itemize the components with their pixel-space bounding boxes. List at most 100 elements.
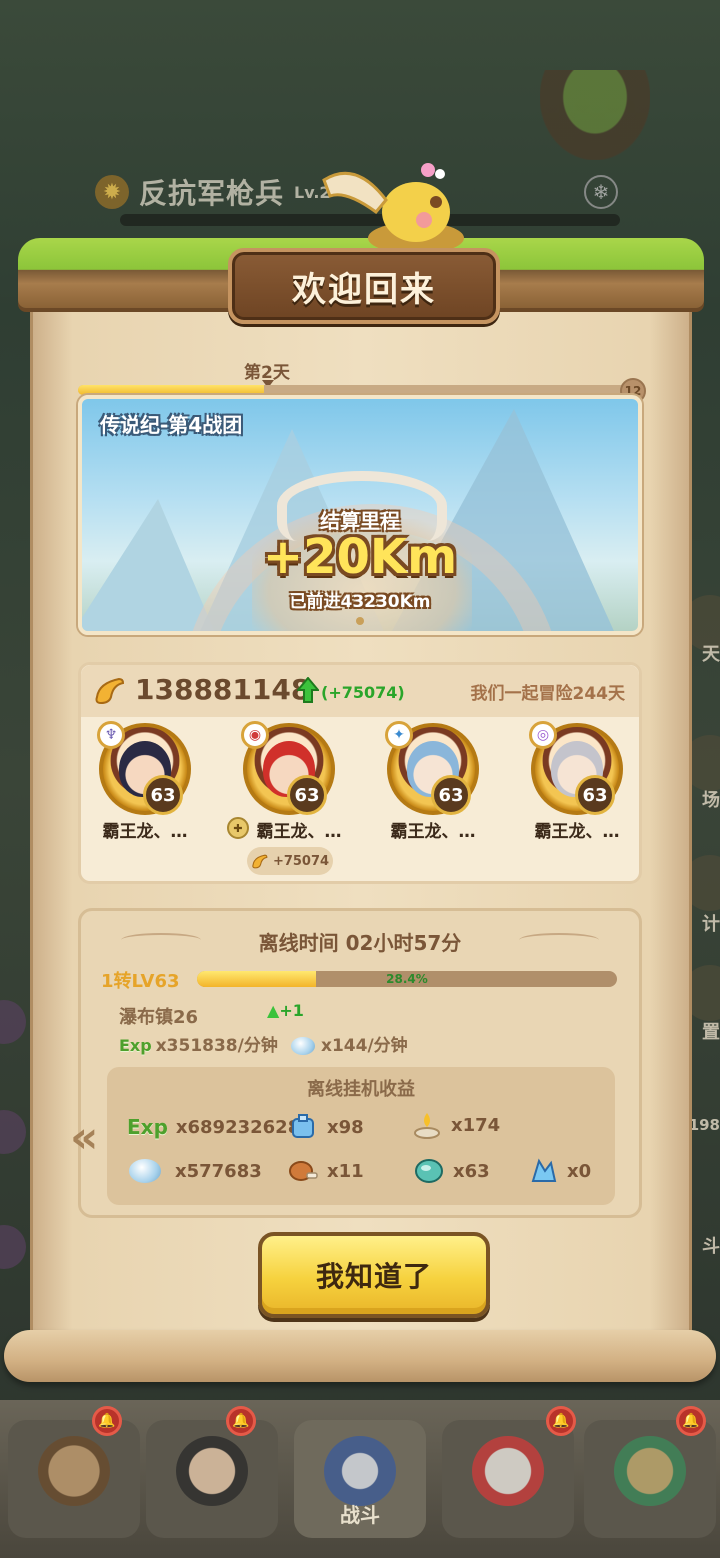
nav-tab-pets[interactable] — [442, 1420, 574, 1538]
exp-rate: Exp x351838/分钟 — [119, 1031, 278, 1056]
earning-value: x577683 — [175, 1160, 262, 1182]
hero-level: 63 — [143, 775, 183, 815]
dialog-title: 欢迎回来 — [292, 269, 436, 310]
notification-bell-icon: 🔔 — [226, 1406, 256, 1436]
hero-name: 霸王龙、… — [390, 822, 476, 842]
water-icon: ✦ — [385, 721, 413, 749]
merchant-figure-icon — [614, 1436, 686, 1506]
nav-tab-battle[interactable]: 战斗 — [294, 1420, 426, 1538]
settings-gear-icon[interactable]: ❄ — [584, 175, 618, 209]
earning-value: x98 — [327, 1116, 364, 1138]
earning-item: x11 — [287, 1157, 364, 1185]
left-skill-orb[interactable] — [0, 1000, 26, 1044]
nav-tab-party[interactable] — [146, 1420, 278, 1538]
spirit-stone-icon — [291, 1037, 315, 1055]
day-progress-fill — [78, 385, 265, 395]
left-skill-orb[interactable] — [0, 1225, 26, 1269]
arrow-up-icon: ▲ — [267, 1001, 280, 1020]
pet-figure-icon — [472, 1436, 544, 1506]
stage-increase-value: +1 — [279, 1001, 304, 1020]
earning-item: x577683 — [129, 1159, 262, 1183]
level-progress-text: 28.4% — [386, 972, 428, 986]
hero-level: 63 — [287, 775, 327, 815]
blue-potion-icon — [292, 1114, 314, 1138]
distance-total: 已前进43230Km — [289, 592, 431, 612]
hero-bonus-badge: +75074 — [247, 847, 333, 875]
arrow-up-icon — [297, 677, 319, 703]
captain-shield-icon: ✚ — [227, 817, 249, 839]
exp-icon: Exp — [119, 1036, 152, 1055]
page-indicator-dot — [356, 617, 364, 625]
adventure-days: 我们一起冒险244天 — [470, 684, 626, 704]
distance-banner: 传说纪-第4战团 结算里程 +20Km 已前进43230Km — [78, 395, 642, 635]
spirit-stone-icon — [129, 1159, 161, 1183]
void-icon: ◎ — [529, 721, 557, 749]
notification-bell-icon: 🔔 — [92, 1406, 122, 1436]
earnings-title: 离线挂机收益 — [307, 1079, 415, 1100]
stone-rate: x144/分钟 — [291, 1031, 408, 1056]
earning-value: x0 — [567, 1160, 592, 1182]
hero-level: 63 — [431, 775, 471, 815]
power-horn-icon — [95, 677, 125, 705]
day-progress-track — [78, 385, 626, 395]
hero-figure-icon — [38, 1436, 110, 1506]
confirm-button[interactable]: 我知道了 — [258, 1232, 490, 1318]
enemy-name: 反抗军枪兵 — [139, 177, 285, 210]
earning-item: x98 — [287, 1113, 364, 1141]
notification-bell-icon: 🔔 — [546, 1406, 576, 1436]
team-name: 传说纪-第4战团 — [100, 413, 243, 437]
stage-name: 瀑布镇26 — [119, 1007, 199, 1028]
candle-icon — [414, 1113, 440, 1139]
hero-slot[interactable]: ♆ 63 霸王龙、… — [85, 721, 205, 843]
earning-item: x174 — [411, 1111, 500, 1139]
dialog-title-plate: 欢迎回来 — [228, 248, 500, 324]
notification-bell-icon: 🔔 — [676, 1406, 706, 1436]
hero-bonus-value: +75074 — [272, 853, 330, 869]
nav-tab-shop[interactable] — [584, 1420, 716, 1538]
earning-value: x689232628 — [175, 1116, 301, 1138]
earning-item: x0 — [527, 1157, 591, 1185]
level-label: 1转LV63 — [101, 971, 180, 992]
distance-value: +20Km — [262, 529, 458, 585]
hero-name: 霸王龙、… — [102, 822, 188, 842]
earnings-box: 离线挂机收益 Exp x689232628 x98 x174 x577683 x… — [107, 1067, 615, 1205]
horn-bird-mascot-icon — [322, 163, 464, 254]
enemy-nameplate: ✹ 反抗军枪兵 Lv.2 — [95, 172, 331, 212]
floating-island — [540, 70, 650, 160]
earning-value: x63 — [453, 1160, 490, 1182]
hero-level: 63 — [575, 775, 615, 815]
nav-tab-battle-label: 战斗 — [340, 1503, 380, 1527]
hero-figure-icon — [176, 1436, 248, 1506]
earning-item: Exp x689232628 — [127, 1115, 300, 1139]
power-horn-icon — [252, 854, 268, 869]
sword-icon — [324, 1436, 396, 1506]
stone-rate-value: x144/分钟 — [321, 1036, 408, 1056]
confirm-button-label: 我知道了 — [315, 1260, 432, 1293]
exp-icon: Exp — [127, 1115, 168, 1139]
offline-card: 离线时间 02小时57分 1转LV63 28.4% 瀑布镇26 ▲+1 Exp x… — [78, 908, 642, 1218]
earning-value: x11 — [327, 1160, 364, 1182]
bottom-nav: 🔔 🔔 战斗 🔔 🔔 — [0, 1400, 720, 1558]
left-skill-orb[interactable] — [0, 1110, 26, 1154]
hero-name: 霸王龙、… — [534, 822, 620, 842]
scroll-bottom-roll — [4, 1330, 716, 1382]
earning-value: x174 — [451, 1114, 501, 1136]
fire-orb-icon: ◉ — [241, 721, 269, 749]
power-increase: (+75074) — [321, 683, 405, 702]
stage-increase: ▲+1 — [267, 1001, 304, 1020]
team-card-header: 138881148 (+75074) 我们一起冒险244天 — [81, 665, 639, 717]
hero-slot[interactable]: ✦ 63 霸王龙、… — [373, 721, 493, 843]
meat-icon — [289, 1161, 318, 1181]
trident-icon: ♆ — [97, 721, 125, 749]
enemy-rank-icon: ✹ — [95, 175, 129, 209]
team-power: 138881148 — [135, 673, 311, 706]
teal-gem-icon — [415, 1159, 443, 1183]
hero-slot[interactable]: ◎ 63 霸王龙、… — [517, 721, 637, 843]
nav-tab-heroes[interactable] — [8, 1420, 140, 1538]
exp-rate-value: x351838/分钟 — [155, 1036, 278, 1056]
offline-time: 离线时间 02小时57分 — [258, 931, 462, 955]
chevron-left-double-icon[interactable]: « — [70, 1112, 98, 1163]
team-card: 138881148 (+75074) 我们一起冒险244天 ♆ 63 霸王龙、…… — [78, 662, 642, 884]
earning-item: x63 — [413, 1157, 490, 1185]
blue-crystal-icon — [531, 1158, 557, 1182]
